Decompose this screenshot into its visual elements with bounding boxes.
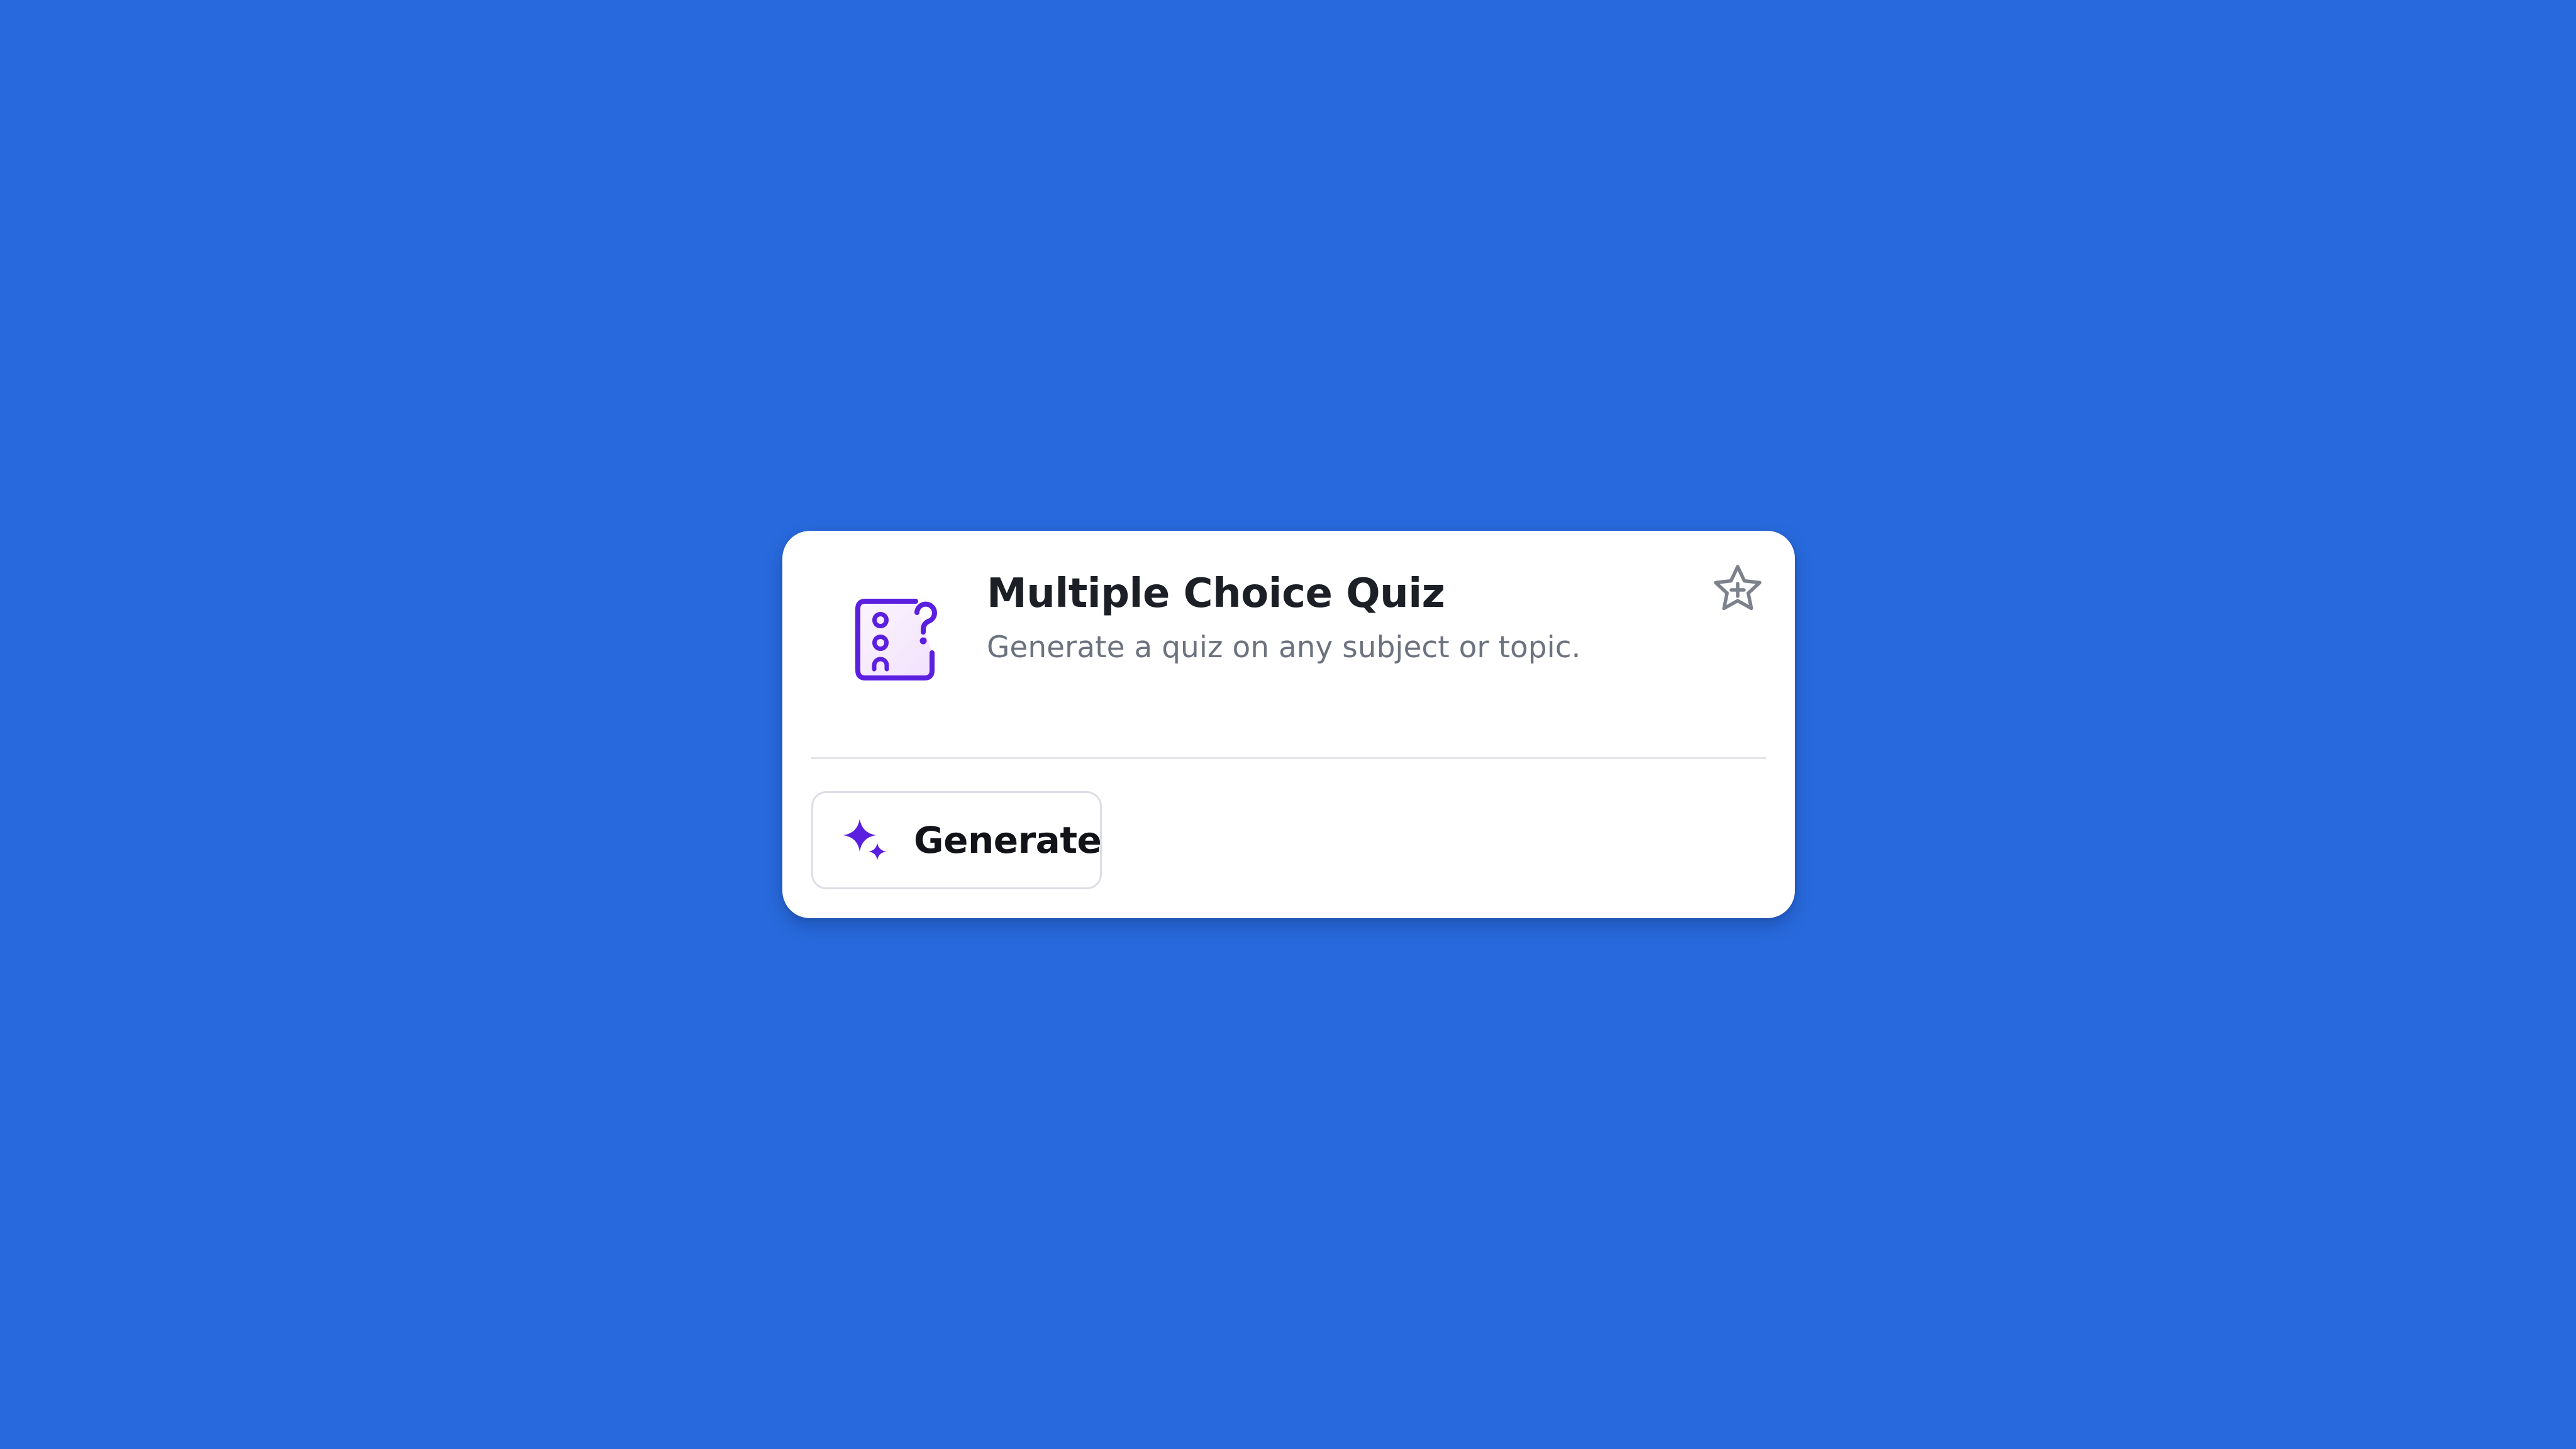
tool-title: Multiple Choice Quiz: [987, 570, 1445, 617]
quiz-list-question-icon: [850, 594, 942, 686]
star-add-icon: [1708, 561, 1767, 620]
generate-button[interactable]: Generate: [811, 791, 1102, 889]
card-divider: [811, 757, 1766, 759]
generate-button-label: Generate: [914, 819, 1102, 862]
sparkle-icon: [841, 816, 889, 864]
favorite-button[interactable]: [1708, 561, 1767, 620]
tool-card[interactable]: Multiple Choice Quiz Generate a quiz on …: [782, 531, 1795, 918]
tool-description: Generate a quiz on any subject or topic.: [987, 630, 1581, 665]
